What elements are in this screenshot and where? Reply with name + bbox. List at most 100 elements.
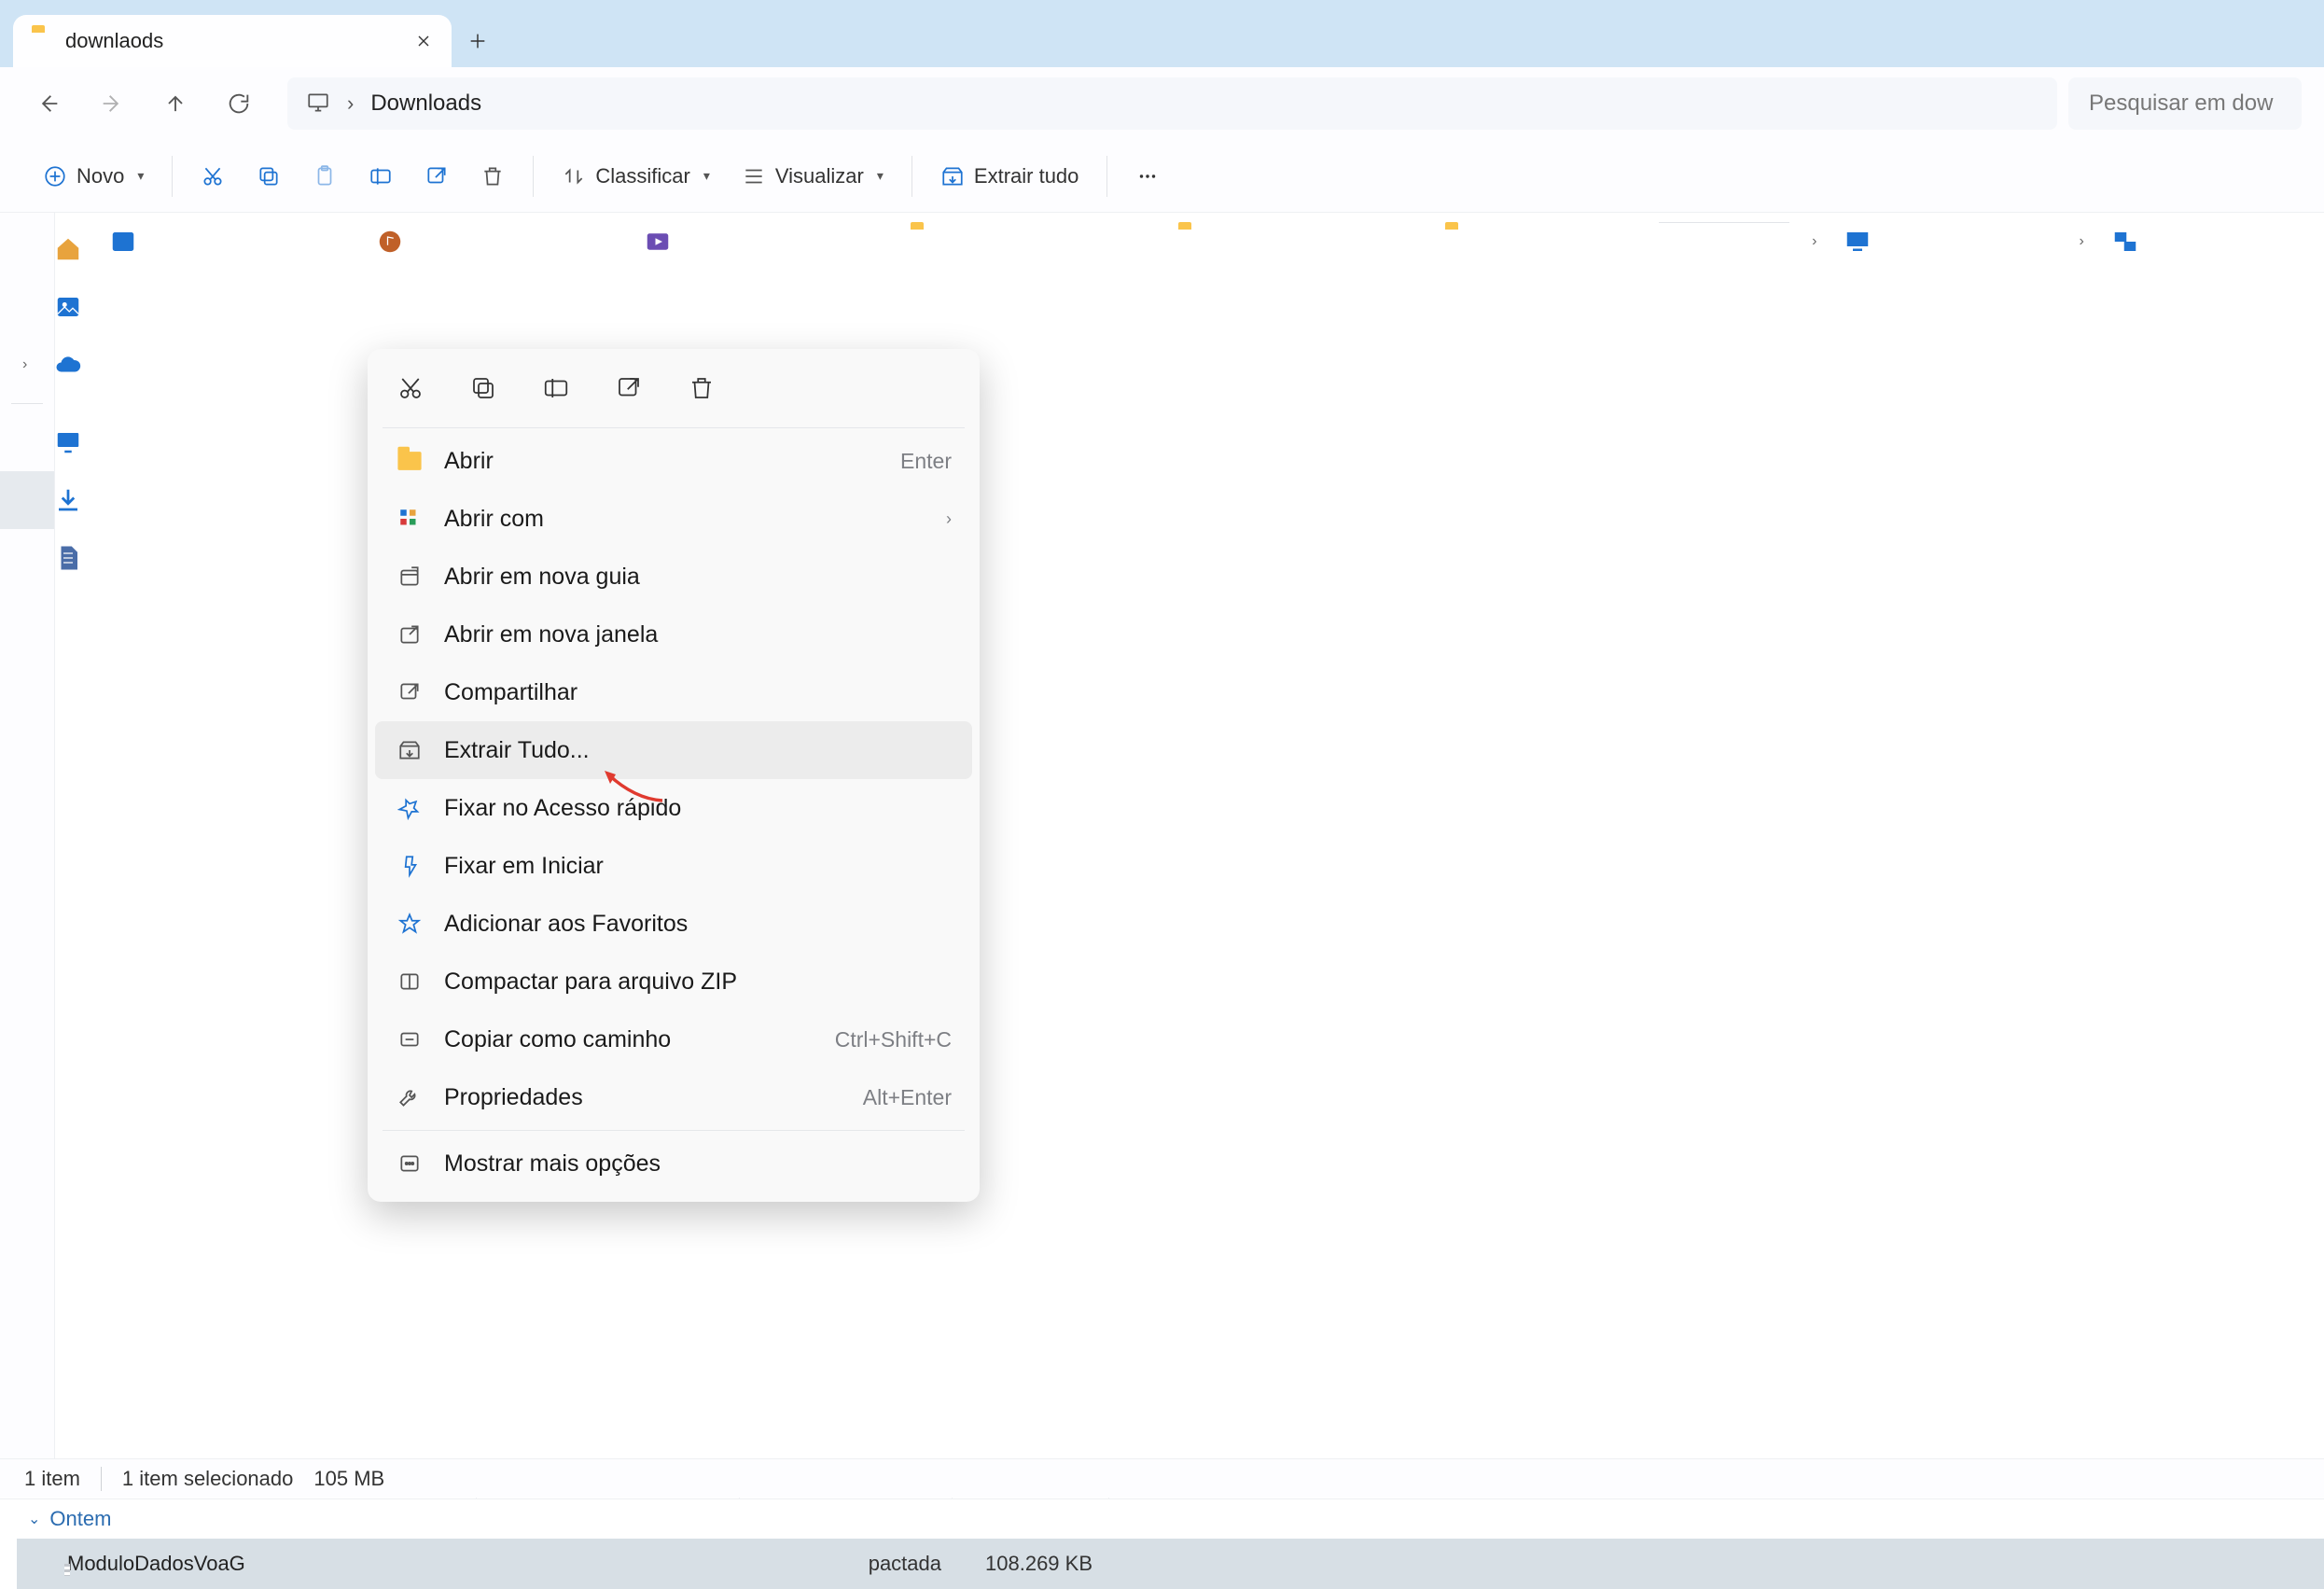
- status-bar: 1 item 1 item selecionado 105 MB: [0, 1458, 2324, 1498]
- view-label: Visualizar: [775, 164, 864, 188]
- menu-item-open-new-tab[interactable]: Abrir em nova guia: [375, 548, 972, 606]
- menu-item-more-options[interactable]: Mostrar mais opções: [375, 1135, 972, 1192]
- separator: [383, 1130, 965, 1131]
- separator: [1659, 222, 1789, 223]
- address-segment[interactable]: Downloads: [370, 91, 481, 117]
- menu-item-properties[interactable]: Propriedades Alt+Enter: [375, 1068, 972, 1126]
- separator: [533, 156, 534, 197]
- group-header[interactable]: ⌄ Ontem: [0, 1499, 2324, 1539]
- new-tab-icon: [396, 563, 424, 591]
- view-button[interactable]: Visualizar ▾: [729, 154, 897, 199]
- pin-icon: [396, 794, 424, 822]
- nav-bar: › Downloads Pesquisar em dow: [0, 67, 2324, 140]
- cut-button[interactable]: [188, 154, 238, 199]
- more-button[interactable]: [1122, 154, 1173, 199]
- address-bar[interactable]: › Downloads: [287, 77, 2057, 130]
- extract-icon: [396, 736, 424, 764]
- menu-item-open[interactable]: Abrir Enter: [375, 432, 972, 490]
- image-icon: [54, 293, 82, 321]
- cut-button[interactable]: [392, 369, 429, 407]
- document-icon: [54, 544, 82, 572]
- folder-open-icon: [396, 447, 424, 475]
- extract-label: Extrair tudo: [974, 164, 1079, 188]
- copy-button[interactable]: [244, 154, 294, 199]
- menu-item-pin-quick-access[interactable]: Fixar no Acesso rápido: [375, 779, 972, 837]
- up-button[interactable]: [149, 77, 202, 130]
- sidebar-item-documents[interactable]: [0, 529, 54, 587]
- chevron-right-icon: ›: [22, 356, 27, 373]
- share-button[interactable]: [610, 369, 647, 407]
- pictures-icon: [109, 228, 137, 256]
- close-icon[interactable]: [414, 32, 433, 50]
- sidebar-item-downloads[interactable]: [0, 471, 54, 529]
- status-selected: 1 item selecionado: [122, 1467, 293, 1491]
- back-button[interactable]: [22, 77, 75, 130]
- sidebar-item-gallery[interactable]: [0, 278, 54, 336]
- sidebar-item-music[interactable]: [322, 213, 589, 271]
- new-button[interactable]: Novo ▾: [30, 154, 157, 199]
- menu-item-add-favorites[interactable]: Adicionar aos Favoritos: [375, 895, 972, 953]
- new-tab-button[interactable]: [452, 15, 504, 67]
- delete-button[interactable]: [467, 154, 518, 199]
- chevron-down-icon: ▾: [703, 168, 710, 184]
- copy-button[interactable]: [465, 369, 502, 407]
- tab-downloads[interactable]: downlaods: [13, 15, 452, 67]
- paste-button[interactable]: [299, 154, 350, 199]
- menu-item-compress-zip[interactable]: Compactar para arquivo ZIP: [375, 953, 972, 1011]
- toolbar: Novo ▾ Classificar ▾ Visualizar ▾ Extrai…: [0, 140, 2324, 213]
- sidebar-item-folder-1[interactable]: [856, 213, 1123, 271]
- forward-button[interactable]: [86, 77, 138, 130]
- sidebar-item-home[interactable]: [0, 220, 54, 278]
- tab-title: downlaods: [65, 29, 401, 53]
- new-label: Novo: [77, 164, 124, 188]
- pin-start-icon: [396, 852, 424, 880]
- file-size: 108.269 KB: [953, 1552, 1109, 1576]
- file-row[interactable]: ModuloDadosVoaG pactada 108.269 KB: [17, 1539, 2324, 1589]
- chevron-down-icon: ▾: [877, 168, 884, 184]
- folder-icon: [32, 31, 52, 51]
- extract-all-button[interactable]: Extrair tudo: [927, 154, 1092, 199]
- menu-item-pin-start[interactable]: Fixar em Iniciar: [375, 837, 972, 895]
- menu-item-open-with[interactable]: Abrir com ›: [375, 490, 972, 548]
- desktop-icon: [54, 428, 82, 456]
- sidebar-item-folder-3[interactable]: [1391, 213, 1658, 271]
- sidebar-item-folder-2[interactable]: [1124, 213, 1391, 271]
- status-item-count: 1 item: [24, 1467, 80, 1491]
- share-icon: [396, 678, 424, 706]
- chevron-right-icon: ›: [347, 91, 354, 116]
- refresh-button[interactable]: [213, 77, 265, 130]
- separator: [11, 403, 44, 404]
- context-menu: Abrir Enter Abrir com › Abrir em nova gu…: [368, 349, 980, 1202]
- sidebar-item-onedrive[interactable]: ›: [0, 336, 54, 394]
- menu-item-copy-path[interactable]: Copiar como caminho Ctrl+Shift+C: [375, 1011, 972, 1068]
- sidebar-item-desktop[interactable]: [0, 413, 54, 471]
- folder-icon: [911, 228, 939, 256]
- cloud-icon: [54, 351, 82, 379]
- menu-item-share[interactable]: Compartilhar: [375, 663, 972, 721]
- tab-bar: downlaods: [0, 0, 2324, 67]
- sidebar-item-this-pc[interactable]: ›: [1789, 213, 2056, 271]
- sort-button[interactable]: Classificar ▾: [549, 154, 723, 199]
- search-input[interactable]: Pesquisar em dow: [2068, 77, 2302, 130]
- chevron-down-icon: ▾: [137, 168, 144, 184]
- menu-item-extract-all[interactable]: Extrair Tudo...: [375, 721, 972, 779]
- rename-button[interactable]: [355, 154, 406, 199]
- wrench-icon: [396, 1083, 424, 1111]
- new-window-icon: [396, 620, 424, 648]
- download-icon: [54, 486, 82, 514]
- delete-button[interactable]: [683, 369, 720, 407]
- rename-button[interactable]: [537, 369, 575, 407]
- separator: [383, 427, 965, 428]
- folder-icon: [1178, 228, 1206, 256]
- pc-icon: [1844, 228, 1872, 256]
- zip-icon: [396, 968, 424, 996]
- separator: [172, 156, 173, 197]
- sidebar-item-network[interactable]: ›: [2057, 213, 2324, 271]
- monitor-icon: [306, 91, 330, 118]
- star-icon: [396, 910, 424, 938]
- apps-icon: [396, 505, 424, 533]
- sidebar-item-pictures[interactable]: [55, 213, 322, 271]
- share-button[interactable]: [411, 154, 462, 199]
- sidebar-item-videos[interactable]: [590, 213, 856, 271]
- menu-item-open-new-window[interactable]: Abrir em nova janela: [375, 606, 972, 663]
